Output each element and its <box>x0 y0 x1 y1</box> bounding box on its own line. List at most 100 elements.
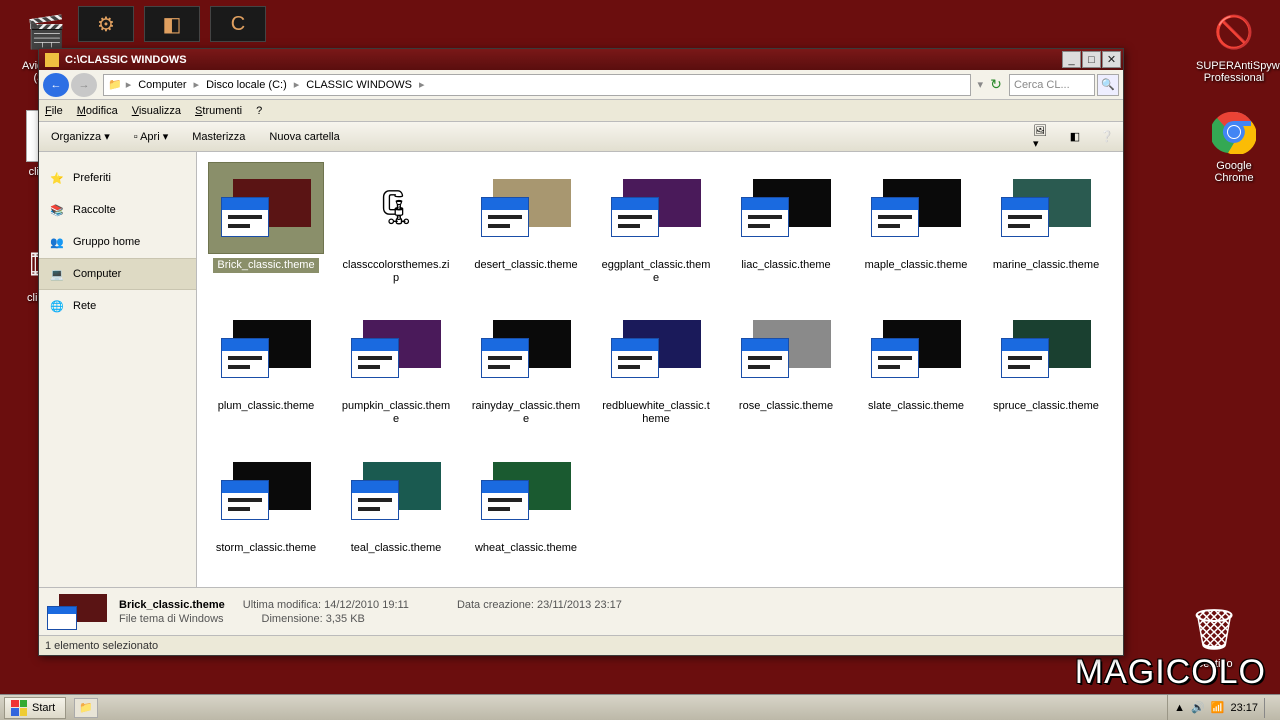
explorer-window: C:\CLASSIC WINDOWS _ □ ✕ ← → 📁▸ Computer… <box>38 48 1124 656</box>
open-button[interactable]: ▫ Apri ▾ <box>128 128 175 145</box>
theme-icon <box>221 179 311 237</box>
details-thumbnail <box>47 594 107 630</box>
address-bar: ← → 📁▸ Computer▸ Disco locale (C:)▸ CLAS… <box>39 70 1123 100</box>
maximize-button[interactable]: □ <box>1082 51 1101 68</box>
theme-icon <box>481 179 571 237</box>
file-item[interactable]: eggplant_classic.theme <box>591 162 721 285</box>
sidebar-label: Raccolte <box>73 204 116 216</box>
shield-icon: 🚫 <box>1210 8 1258 56</box>
toolbar: Organizza ▾ ▫ Apri ▾ Masterizza Nuova ca… <box>39 122 1123 152</box>
taskbar-explorer[interactable]: 📁 <box>74 698 98 718</box>
file-name: pumpkin_classic.theme <box>336 399 456 426</box>
sidebar-item-raccolte[interactable]: 📚Raccolte <box>39 194 196 226</box>
dock-item[interactable]: ⚙ <box>78 6 134 42</box>
minimize-button[interactable]: _ <box>1062 51 1081 68</box>
sidebar-label: Rete <box>73 300 96 312</box>
menu-help[interactable]: ? <box>256 105 262 117</box>
menu-edit[interactable]: Modifica <box>77 105 118 117</box>
start-button[interactable]: Start <box>4 697 66 719</box>
menubar: File Modifica Visualizza Strumenti ? <box>39 100 1123 122</box>
file-item[interactable]: desert_classic.theme <box>461 162 591 285</box>
details-filename: Brick_classic.theme <box>119 599 225 611</box>
file-name: classccolorsthemes.zip <box>336 258 456 285</box>
search-input[interactable]: Cerca CL... <box>1009 74 1095 96</box>
sidebar-label: Preferiti <box>73 172 111 184</box>
sidebar-icon: 💻 <box>49 266 65 282</box>
forward-button[interactable]: → <box>71 73 97 97</box>
file-item[interactable]: maple_classic.theme <box>851 162 981 285</box>
preview-pane-button[interactable]: ◧ <box>1065 127 1085 147</box>
theme-icon <box>351 462 441 520</box>
file-name: Brick_classic.theme <box>213 258 318 273</box>
file-name: desert_classic.theme <box>470 258 581 273</box>
dock-item[interactable]: ◧ <box>144 6 200 42</box>
burn-button[interactable]: Masterizza <box>186 129 251 145</box>
theme-icon <box>741 320 831 378</box>
file-item[interactable]: wheat_classic.theme <box>461 445 591 556</box>
windows-logo-icon <box>11 700 27 716</box>
menu-file[interactable]: File <box>45 105 63 117</box>
dock-row: ⚙ ◧ C <box>78 6 266 42</box>
theme-icon <box>611 179 701 237</box>
theme-icon <box>871 320 961 378</box>
newfolder-button[interactable]: Nuova cartella <box>263 129 345 145</box>
sidebar-item-gruppo-home[interactable]: 👥Gruppo home <box>39 226 196 258</box>
clock[interactable]: 23:17 <box>1230 702 1258 714</box>
file-item[interactable]: liac_classic.theme <box>721 162 851 285</box>
refresh-button[interactable]: ↻ <box>985 74 1007 96</box>
file-item[interactable]: 🗜classccolorsthemes.zip <box>331 162 461 285</box>
breadcrumb-item[interactable]: Disco locale (C:) <box>203 79 290 91</box>
folder-icon: 📁 <box>108 78 122 91</box>
tray-icon[interactable]: 📶 <box>1211 701 1225 714</box>
sidebar-item-computer[interactable]: 💻Computer <box>39 258 196 290</box>
close-button[interactable]: ✕ <box>1102 51 1121 68</box>
file-name: redbluewhite_classic.theme <box>596 399 716 426</box>
file-item[interactable]: storm_classic.theme <box>201 445 331 556</box>
search-button[interactable]: 🔍 <box>1097 74 1119 96</box>
tray-icon[interactable]: 🔊 <box>1191 701 1205 714</box>
file-item[interactable]: rose_classic.theme <box>721 303 851 426</box>
tray-icon[interactable]: ▲ <box>1174 702 1185 714</box>
sidebar-item-preferiti[interactable]: ⭐ Preferiti <box>39 162 196 194</box>
desktop-icon-chrome[interactable]: Google Chrome <box>1196 108 1272 184</box>
file-item[interactable]: teal_classic.theme <box>331 445 461 556</box>
help-button[interactable]: ❔ <box>1097 127 1117 147</box>
file-item[interactable]: pumpkin_classic.theme <box>331 303 461 426</box>
file-name: plum_classic.theme <box>214 399 319 414</box>
breadcrumb-item[interactable]: Computer <box>135 79 189 91</box>
trash-icon: 🗑 <box>1190 606 1238 654</box>
file-item[interactable]: marine_classic.theme <box>981 162 1111 285</box>
theme-icon <box>1001 320 1091 378</box>
sidebar-item-rete[interactable]: 🌐Rete <box>39 290 196 322</box>
theme-icon <box>351 320 441 378</box>
file-item[interactable]: rainyday_classic.theme <box>461 303 591 426</box>
menu-view[interactable]: Visualizza <box>132 105 181 117</box>
theme-icon <box>221 320 311 378</box>
file-item[interactable]: plum_classic.theme <box>201 303 331 426</box>
dock-item[interactable]: C <box>210 6 266 42</box>
file-item[interactable]: slate_classic.theme <box>851 303 981 426</box>
breadcrumb-item[interactable]: CLASSIC WINDOWS <box>303 79 415 91</box>
file-item[interactable]: Brick_classic.theme <box>201 162 331 285</box>
dropdown-icon[interactable]: ▾ <box>977 78 983 91</box>
file-name: maple_classic.theme <box>861 258 972 273</box>
desktop-icon-superanti[interactable]: 🚫 SUPERAntiSpyware Professional <box>1196 8 1272 84</box>
icon-label: SUPERAntiSpyware Professional <box>1196 60 1272 84</box>
titlebar[interactable]: C:\CLASSIC WINDOWS _ □ ✕ <box>39 49 1123 70</box>
back-button[interactable]: ← <box>43 73 69 97</box>
file-list[interactable]: Brick_classic.theme 🗜classccolorsthemes.z… <box>197 152 1123 587</box>
file-item[interactable]: spruce_classic.theme <box>981 303 1111 426</box>
sidebar-icon: ⭐ <box>49 170 65 186</box>
theme-icon <box>481 462 571 520</box>
taskbar: Start 📁 ▲ 🔊 📶 23:17 <box>0 694 1280 720</box>
view-button[interactable]: 🖼 ▾ <box>1033 127 1053 147</box>
organize-button[interactable]: Organizza ▾ <box>45 128 116 145</box>
breadcrumb[interactable]: 📁▸ Computer▸ Disco locale (C:)▸ CLASSIC … <box>103 74 971 96</box>
theme-icon <box>481 320 571 378</box>
system-tray[interactable]: ▲ 🔊 📶 23:17 <box>1167 695 1280 720</box>
menu-tools[interactable]: Strumenti <box>195 105 242 117</box>
file-name: storm_classic.theme <box>212 541 320 556</box>
file-item[interactable]: redbluewhite_classic.theme <box>591 303 721 426</box>
show-desktop[interactable] <box>1264 698 1274 718</box>
icon-label: Google Chrome <box>1196 160 1272 184</box>
